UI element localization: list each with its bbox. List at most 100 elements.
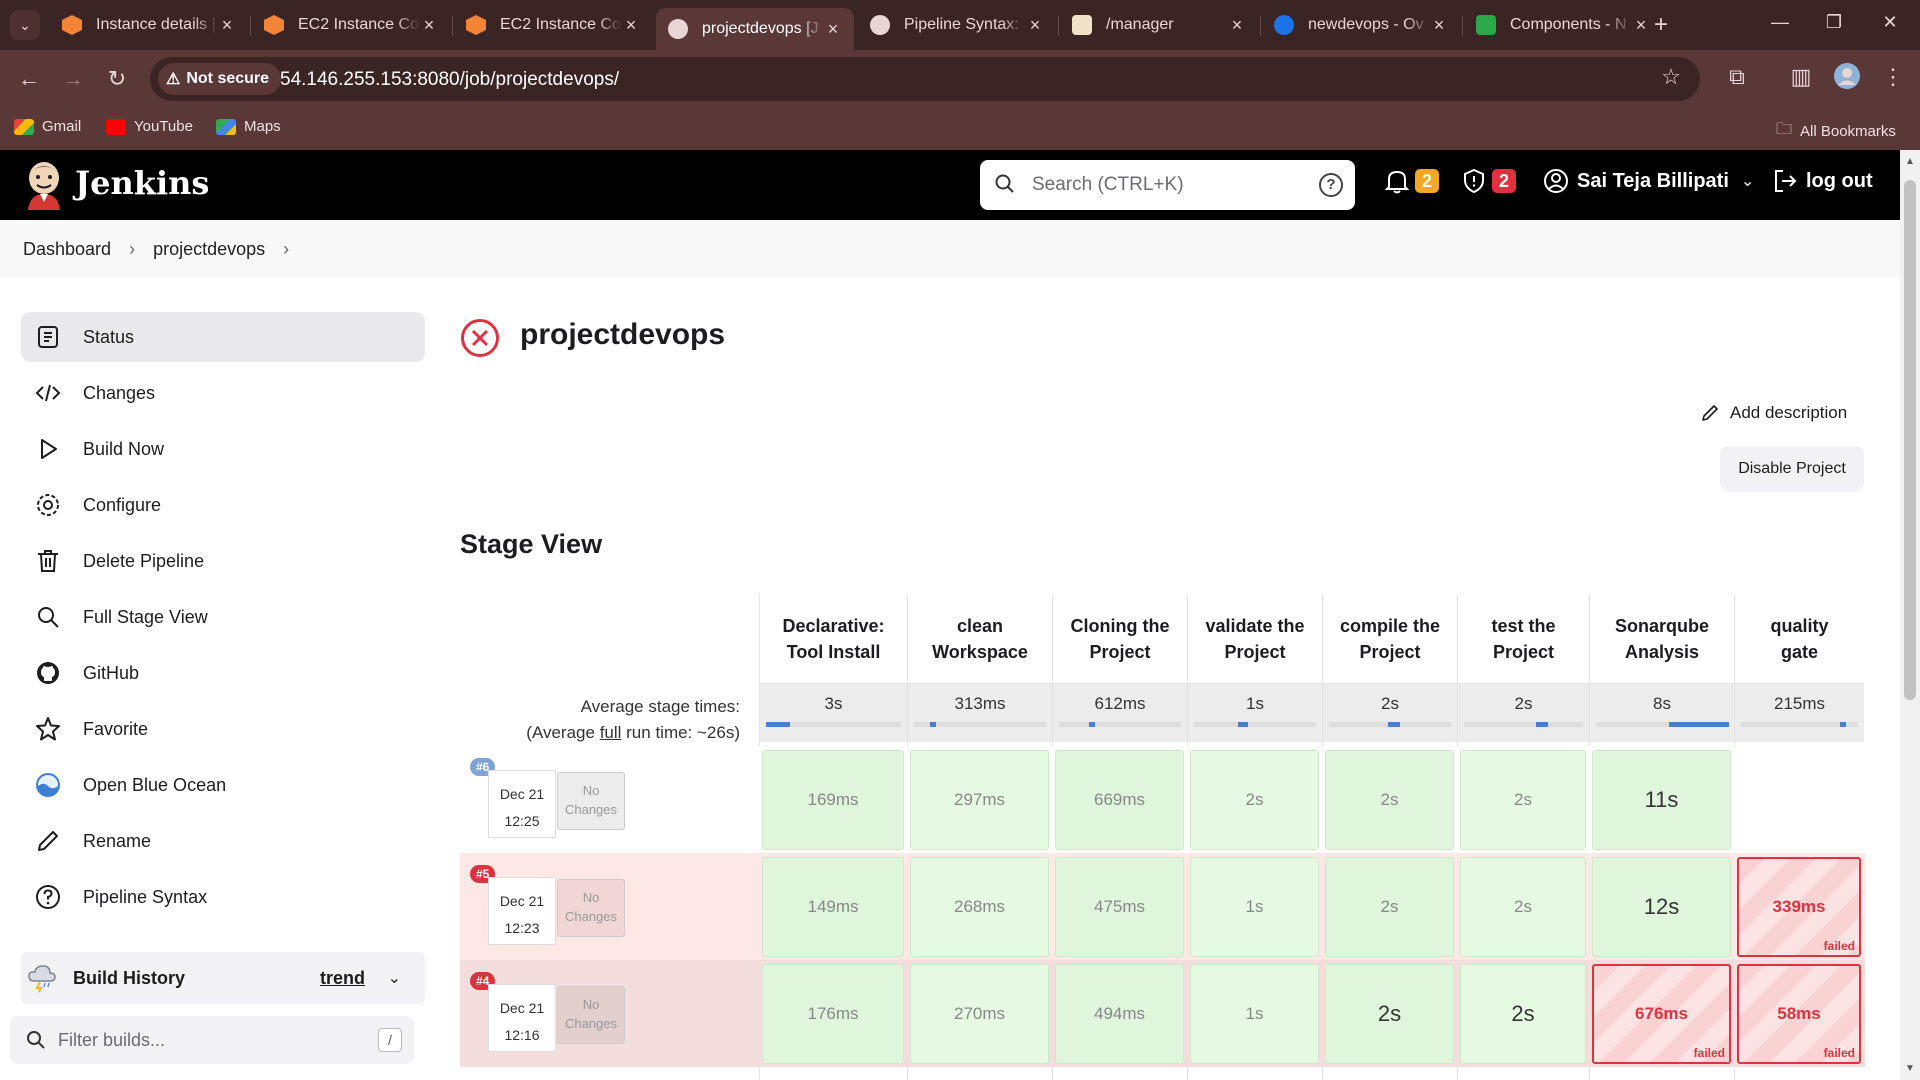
stage-cell-success[interactable]: 669ms <box>1055 750 1184 850</box>
minimize-icon[interactable]: — <box>1760 12 1800 33</box>
address-bar[interactable]: ⚠ Not secure 54.146.255.153:8080/job/pro… <box>150 57 1700 101</box>
bookmark-maps[interactable]: Maps <box>216 118 281 135</box>
tab-close-icon[interactable]: × <box>420 15 438 36</box>
stage-cell-success[interactable]: 2s <box>1325 750 1454 850</box>
disable-project-button[interactable]: Disable Project <box>1720 446 1864 492</box>
filter-builds-input[interactable] <box>58 1026 358 1054</box>
profile-avatar[interactable] <box>1832 62 1862 96</box>
new-tab-button[interactable]: + <box>1646 10 1676 40</box>
stage-cell-success[interactable]: 2s <box>1460 964 1586 1064</box>
stage-cell-success[interactable]: 297ms <box>910 750 1049 850</box>
security-button[interactable]: 2 <box>1462 168 1516 194</box>
stage-cell-success[interactable]: 12s <box>1592 857 1731 957</box>
stage-cell-success[interactable]: 268ms <box>910 857 1049 957</box>
back-icon[interactable]: ← <box>14 64 44 94</box>
add-description-button[interactable]: Add description <box>1700 403 1847 423</box>
filter-builds-box[interactable]: / <box>10 1016 414 1064</box>
browser-tab[interactable]: EC2 Instance Cor × <box>454 6 652 44</box>
stage-cell-success[interactable]: 149ms <box>762 857 904 957</box>
reload-icon[interactable]: ↻ <box>102 64 132 94</box>
browser-tab[interactable]: EC2 Instance Cor × <box>252 6 450 44</box>
trend-link[interactable]: trend <box>320 968 365 989</box>
stage-cell-success[interactable]: 270ms <box>910 964 1049 1064</box>
notifications-button[interactable]: 2 <box>1385 168 1439 194</box>
sidebar-item-full-stage-view[interactable]: Full Stage View <box>21 592 425 642</box>
window-close-icon[interactable]: ✕ <box>1870 12 1910 33</box>
scrollbar-thumb[interactable] <box>1904 180 1916 700</box>
stage-cell-success[interactable]: 176ms <box>762 964 904 1064</box>
extensions-icon[interactable]: ⧉ <box>1722 64 1752 90</box>
tab-close-icon[interactable]: × <box>1228 15 1246 36</box>
sidebar-item-pipeline-syntax[interactable]: Pipeline Syntax <box>21 872 425 922</box>
full-run-link[interactable]: full <box>600 723 622 742</box>
stage-cell-success[interactable]: 2s <box>1460 750 1586 850</box>
user-menu[interactable]: Sai Teja Billipati ⌄ <box>1543 168 1754 194</box>
tab-close-icon[interactable]: × <box>824 19 842 40</box>
build-changes-box[interactable]: No Changes <box>557 879 625 937</box>
build-changes-box[interactable]: No Changes <box>557 772 625 830</box>
stage-cell-failed[interactable]: 339ms failed <box>1737 857 1861 957</box>
jenkins-logo-icon[interactable] <box>22 160 66 210</box>
bookmark-gmail[interactable]: Gmail <box>14 118 81 135</box>
bookmark-star-icon[interactable]: ☆ <box>1656 64 1686 90</box>
stage-cell-success[interactable]: 2s <box>1190 750 1319 850</box>
stage-cell-success[interactable]: 2s <box>1325 857 1454 957</box>
bookmark-youtube[interactable]: YouTube <box>106 118 193 135</box>
stage-average-cell: 3s <box>760 684 907 742</box>
scroll-down-icon[interactable]: ▼ <box>1905 1063 1915 1074</box>
sidebar-item-rename[interactable]: Rename <box>21 816 425 866</box>
stage-cell-success[interactable]: 11s <box>1592 750 1731 850</box>
chevron-down-icon[interactable]: ⌄ <box>388 968 401 988</box>
browser-tab[interactable]: Components - N × <box>1464 6 1662 44</box>
sidebar-item-github[interactable]: GitHub <box>21 648 425 698</box>
build-changes-line: No <box>582 997 600 1012</box>
url-text[interactable]: 54.146.255.153:8080/job/projectdevops/ <box>280 69 619 91</box>
sidebar-item-changes[interactable]: Changes <box>21 368 425 418</box>
breadcrumb-projectdevops[interactable]: projectdevops <box>153 239 265 260</box>
scroll-up-icon[interactable]: ▲ <box>1905 156 1915 167</box>
build-history-header[interactable]: Build History trend ⌄ <box>21 952 425 1004</box>
sidebar-item-configure[interactable]: Configure <box>21 480 425 530</box>
logout-button[interactable]: log out <box>1772 168 1873 194</box>
browser-tab[interactable]: /manager × <box>1060 6 1258 44</box>
average-stage-times-text: Average stage times: <box>580 697 740 716</box>
sidebar-item-open-blue-ocean[interactable]: Open Blue Ocean <box>21 760 425 810</box>
tab-close-icon[interactable]: × <box>1026 15 1044 36</box>
sidebar-item-status[interactable]: Status <box>21 312 425 362</box>
restore-icon[interactable]: ❐ <box>1814 12 1854 33</box>
jenkins-brand[interactable]: Jenkins <box>75 164 209 202</box>
all-bookmarks-button[interactable]: 🗀 All Bookmarks <box>1776 118 1896 145</box>
breadcrumb-dashboard[interactable]: Dashboard <box>23 239 111 260</box>
stage-cell-failed[interactable]: 676ms failed <box>1592 964 1731 1064</box>
forward-icon[interactable]: → <box>58 64 88 94</box>
chevron-right-icon[interactable]: › <box>283 239 289 260</box>
stage-cell-failed[interactable]: 58ms failed <box>1737 964 1861 1064</box>
sidebar-item-delete-pipeline[interactable]: Delete Pipeline <box>21 536 425 586</box>
menu-kebab-icon[interactable]: ⋮ <box>1878 64 1908 90</box>
stage-cell-success[interactable]: 169ms <box>762 750 904 850</box>
search-help-icon[interactable]: ? <box>1319 173 1343 197</box>
stage-cell-success[interactable]: 475ms <box>1055 857 1184 957</box>
tab-search-button[interactable]: ⌄ <box>10 10 40 40</box>
stage-cell-success[interactable]: 2s <box>1460 857 1586 957</box>
stage-cell-success[interactable]: 494ms <box>1055 964 1184 1064</box>
sidebar-item-favorite[interactable]: Favorite <box>21 704 425 754</box>
browser-tab[interactable]: Instance details | × <box>50 6 248 44</box>
jenkins-search-input[interactable] <box>1032 170 1302 200</box>
page-scrollbar[interactable]: ▲ ▼ <box>1900 150 1920 1080</box>
browser-tab[interactable]: Pipeline Syntax: S × <box>858 6 1056 44</box>
chevron-right-icon[interactable]: › <box>129 239 135 260</box>
tab-close-icon[interactable]: × <box>1430 15 1448 36</box>
stage-cell-success[interactable]: 2s <box>1325 964 1454 1064</box>
tab-close-icon[interactable]: × <box>622 15 640 36</box>
sidebar-item-build-now[interactable]: Build Now <box>21 424 425 474</box>
browser-tab[interactable]: newdevops - Ov × <box>1262 6 1460 44</box>
side-panel-icon[interactable]: ▥ <box>1786 64 1816 90</box>
stage-cell-success[interactable]: 1s <box>1190 857 1319 957</box>
site-info-chip[interactable]: ⚠ Not secure <box>158 63 282 95</box>
build-changes-box[interactable]: No Changes <box>557 986 625 1044</box>
browser-tab[interactable]: projectdevops [J × <box>656 8 854 50</box>
stage-cell-success[interactable]: 1s <box>1190 964 1319 1064</box>
tab-close-icon[interactable]: × <box>218 15 236 36</box>
jenkins-search-box[interactable]: ? <box>980 160 1355 210</box>
